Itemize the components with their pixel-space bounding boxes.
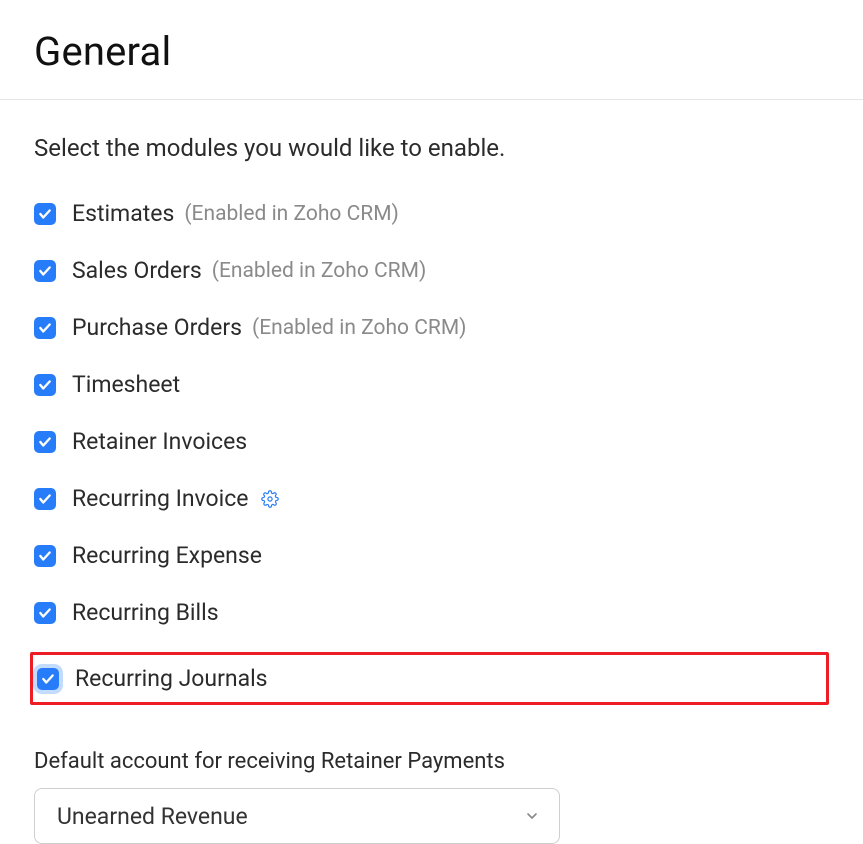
- module-label: Sales Orders (Enabled in Zoho CRM): [72, 257, 426, 284]
- module-label: Recurring Invoice: [72, 485, 282, 512]
- module-row-recurring-bills: Recurring Bills: [34, 595, 829, 630]
- module-list: Estimates(Enabled in Zoho CRM)Sales Orde…: [34, 196, 829, 705]
- instruction-text: Select the modules you would like to ena…: [34, 134, 829, 162]
- module-note: (Enabled in Zoho CRM): [252, 316, 467, 340]
- chevron-down-icon: [523, 807, 541, 825]
- module-label: Retainer Invoices: [72, 428, 247, 455]
- module-checkbox-timesheet[interactable]: [34, 374, 56, 396]
- gear-icon[interactable]: [258, 487, 282, 511]
- module-row-recurring-expense: Recurring Expense: [34, 538, 829, 573]
- module-label: Purchase Orders (Enabled in Zoho CRM): [72, 314, 467, 341]
- module-checkbox-recurring-journals[interactable]: [37, 668, 59, 690]
- default-account-select-value: Unearned Revenue: [57, 803, 248, 830]
- module-row-sales-orders: Sales Orders (Enabled in Zoho CRM): [34, 253, 829, 288]
- default-account-label: Default account for receiving Retainer P…: [34, 749, 829, 774]
- module-label: Recurring Journals: [75, 665, 268, 692]
- module-label-text: Sales Orders: [72, 257, 202, 284]
- module-label-text: Recurring Bills: [72, 599, 219, 626]
- module-label-text: Timesheet: [72, 371, 180, 398]
- module-label: Recurring Bills: [72, 599, 219, 626]
- module-checkbox-sales-orders[interactable]: [34, 260, 56, 282]
- module-label-text: Purchase Orders: [72, 314, 242, 341]
- module-checkbox-recurring-bills[interactable]: [34, 602, 56, 624]
- module-row-purchase-orders: Purchase Orders (Enabled in Zoho CRM): [34, 310, 829, 345]
- module-label-text: Estimates: [72, 200, 174, 227]
- module-label-text: Recurring Journals: [75, 665, 268, 692]
- module-label-text: Retainer Invoices: [72, 428, 247, 455]
- module-checkbox-estimates[interactable]: [34, 203, 56, 225]
- module-label-text: Recurring Expense: [72, 542, 262, 569]
- module-row-timesheet: Timesheet: [34, 367, 829, 402]
- content-area: Select the modules you would like to ena…: [0, 100, 863, 844]
- module-label: Recurring Expense: [72, 542, 262, 569]
- default-account-select[interactable]: Unearned Revenue: [34, 788, 560, 844]
- module-note: (Enabled in Zoho CRM): [212, 259, 427, 283]
- module-note: (Enabled in Zoho CRM): [184, 202, 399, 226]
- module-row-retainer-invoices: Retainer Invoices: [34, 424, 829, 459]
- module-checkbox-recurring-invoice[interactable]: [34, 488, 56, 510]
- module-checkbox-retainer-invoices[interactable]: [34, 431, 56, 453]
- module-label: Timesheet: [72, 371, 180, 398]
- module-label: Estimates (Enabled in Zoho CRM): [72, 200, 399, 227]
- module-row-recurring-invoice: Recurring Invoice: [34, 481, 829, 516]
- page-header: General: [0, 0, 863, 100]
- page-title: General: [34, 28, 829, 75]
- module-checkbox-recurring-expense[interactable]: [34, 545, 56, 567]
- module-label-text: Recurring Invoice: [72, 485, 248, 512]
- module-checkbox-purchase-orders[interactable]: [34, 317, 56, 339]
- module-row-recurring-journals: Recurring Journals: [30, 652, 829, 705]
- module-row-estimates: Estimates (Enabled in Zoho CRM): [34, 196, 829, 231]
